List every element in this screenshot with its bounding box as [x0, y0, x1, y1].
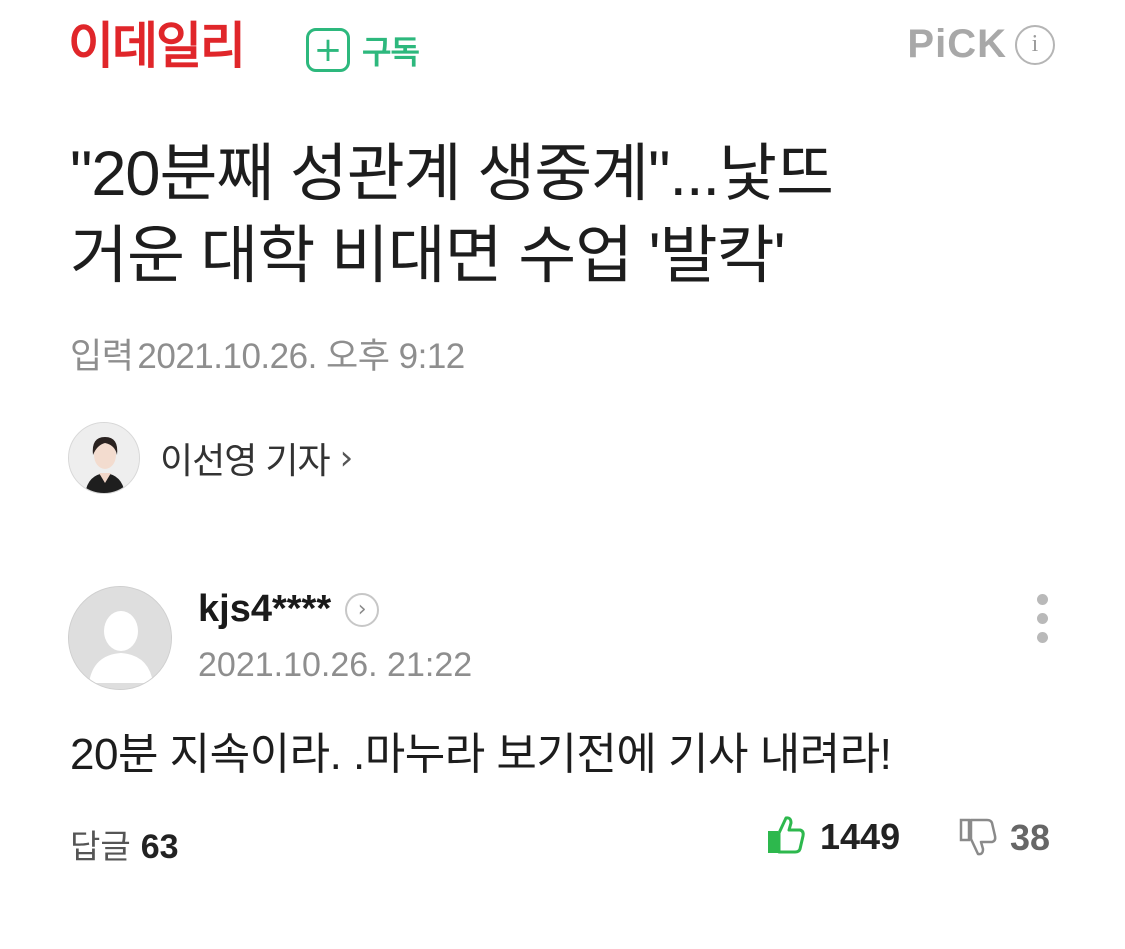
more-options-icon[interactable] [1028, 594, 1058, 644]
input-datetime: 2021.10.26. 오후 9:12 [137, 337, 465, 376]
reporter-name: 이선영 기자 [160, 440, 331, 481]
replies-button[interactable]: 답글 63 [70, 820, 179, 868]
replies-count: 63 [140, 828, 179, 866]
chevron-right-icon: › [339, 438, 354, 478]
article-title-line-2: 거운 대학 비대면 수업 '발칵' [70, 221, 786, 291]
comment-user-link[interactable]: kjs4**** › [198, 588, 380, 631]
info-icon[interactable]: i [1015, 24, 1055, 65]
dislike-count: 38 [1010, 817, 1051, 858]
article-title: "20분째 성관계 생중계"...낯뜨 거운 대학 비대면 수업 '발칵' [70, 133, 1060, 297]
pick-badge: PiCK i [907, 22, 1055, 67]
comment-text: 20분 지속이라. .마누라 보기전에 기사 내려라! [70, 730, 892, 779]
comment-username: kjs4**** [198, 588, 332, 630]
comment-time: 2021.10.26. 21:22 [198, 646, 473, 684]
chevron-right-icon: › [345, 592, 380, 627]
comment-avatar[interactable] [68, 586, 172, 690]
dislike-button[interactable]: 38 [958, 814, 1050, 862]
article-title-line-1: "20분째 성관계 생중계"...낯뜨 [70, 139, 834, 209]
input-label: 입력 [70, 337, 134, 376]
plus-icon: + [306, 28, 350, 72]
reporter-link[interactable]: 이선영 기자 › [68, 422, 353, 494]
subscribe-label: 구독 [362, 33, 420, 71]
thumbs-up-icon [766, 814, 806, 860]
pick-label: PiCK [907, 22, 1007, 66]
brand-logo[interactable]: 이데일리 [68, 14, 246, 78]
article-input-date: 입력 2021.10.26. 오후 9:12 [70, 333, 465, 381]
like-button[interactable]: 1449 [766, 814, 900, 860]
thumbs-down-icon [958, 814, 998, 862]
reporter-avatar [68, 422, 140, 494]
replies-label: 답글 [70, 828, 131, 865]
like-count: 1449 [820, 816, 901, 857]
subscribe-button[interactable]: + 구독 [306, 24, 420, 76]
